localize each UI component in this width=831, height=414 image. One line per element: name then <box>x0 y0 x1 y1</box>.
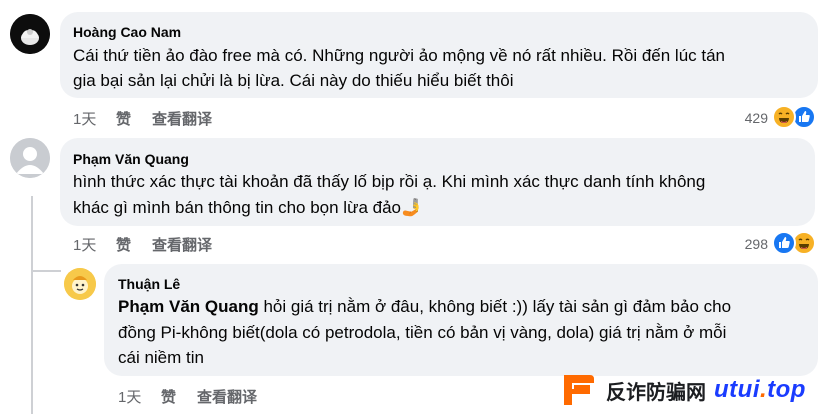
comment-author[interactable]: Thuận Lê <box>118 276 180 292</box>
comment-text-line: cái niềm tin <box>118 348 204 367</box>
comment-text-line: Phạm Văn Quang hỏi giá trị nằm ở đâu, kh… <box>118 294 731 319</box>
avatar-image <box>10 14 50 54</box>
haha-icon <box>772 105 796 129</box>
comment-text-line: gia bại sản lại chửi là bị lừa. Cái này … <box>73 71 514 90</box>
watermark-url-tld: top <box>767 376 806 403</box>
comment-time[interactable]: 1天 <box>118 386 141 407</box>
comment-text-line: khác gì mình bán thông tin cho bọn lừa đ… <box>73 195 422 220</box>
reaction-count[interactable]: 298 <box>730 236 768 252</box>
watermark-logo-icon <box>564 375 594 405</box>
comment-time[interactable]: 1天 <box>73 234 96 255</box>
comment-author[interactable]: Phạm Văn Quang <box>73 151 189 167</box>
selfie-emoji-icon: 🤳 <box>401 198 423 217</box>
like-icon <box>772 231 796 255</box>
watermark-url-main: utui <box>714 376 760 403</box>
comment-actions: 1天 赞 查看翻译 <box>118 386 318 406</box>
comment-bubble: Thuận Lê Phạm Văn Quang hỏi giá trị nằm … <box>104 264 818 376</box>
translate-action[interactable]: 查看翻译 <box>197 386 257 407</box>
like-action[interactable]: 赞 <box>116 234 131 255</box>
translate-action[interactable]: 查看翻译 <box>152 234 212 255</box>
avatar[interactable] <box>64 268 96 300</box>
comment-time[interactable]: 1天 <box>73 108 96 129</box>
thread-line-branch <box>31 270 61 272</box>
comment-text-line: đồng Pi-không biết(dola có petrodola, ti… <box>118 323 727 342</box>
comment-text-line: hình thức xác thực tài khoản đã thấy lố … <box>73 172 706 191</box>
avatar[interactable] <box>10 14 50 54</box>
comment-text-line: Cái thứ tiền ảo đào free mà có. Những ng… <box>73 46 726 65</box>
avatar-image <box>64 268 96 300</box>
watermark-url: utui.top <box>714 376 806 404</box>
avatar[interactable] <box>10 138 50 178</box>
comment-author[interactable]: Hoàng Cao Nam <box>73 24 181 40</box>
like-action[interactable]: 赞 <box>161 386 176 407</box>
watermark-cn-text: 反诈防骗网 <box>606 381 706 404</box>
translate-action[interactable]: 查看翻译 <box>152 108 212 129</box>
comment-actions: 1天 赞 查看翻译 <box>73 234 273 254</box>
comment-text: khác gì mình bán thông tin cho bọn lừa đ… <box>73 198 401 217</box>
like-action[interactable]: 赞 <box>116 108 131 129</box>
watermark: 反诈防骗网 utui.top <box>560 370 820 410</box>
comment-text: hỏi giá trị nằm ở đâu, không biết :)) lấ… <box>258 297 732 316</box>
default-avatar-icon <box>10 138 50 178</box>
reaction-count[interactable]: 429 <box>730 110 768 126</box>
comment-bubble: Phạm Văn Quang hình thức xác thực tài kh… <box>60 138 815 226</box>
user-mention-link[interactable]: Phạm Văn Quang <box>118 297 259 316</box>
thread-line <box>31 196 33 414</box>
comment-actions: 1天 赞 查看翻译 <box>73 108 273 128</box>
comment-bubble: Hoàng Cao Nam Cái thứ tiền ảo đào free m… <box>60 12 818 98</box>
